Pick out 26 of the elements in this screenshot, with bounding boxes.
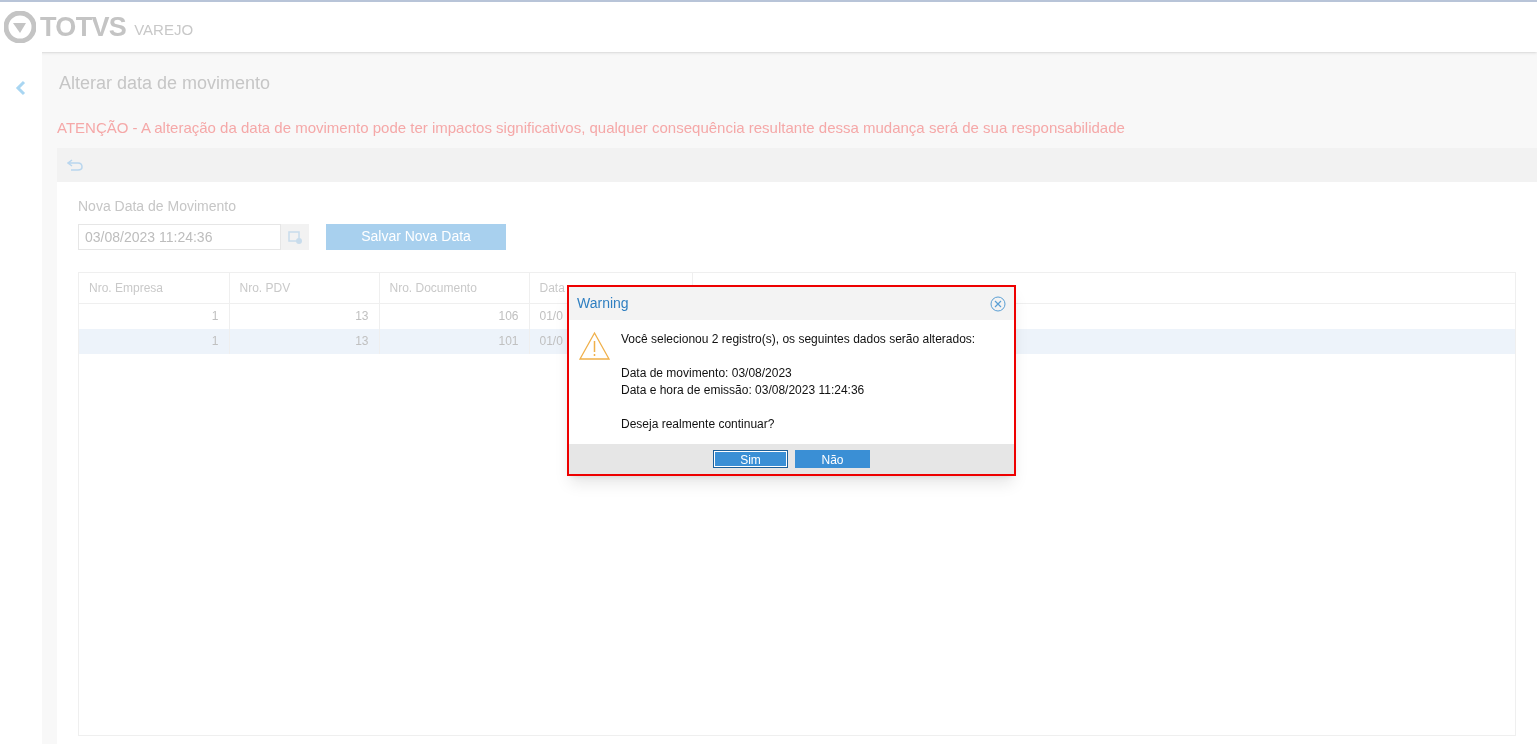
dialog-message: Data de movimento: 03/08/2023 [621, 365, 792, 382]
table-cell: 13 [355, 309, 369, 324]
save-button[interactable]: Salvar Nova Data [326, 223, 506, 250]
field-label: Nova Data de Movimento [78, 196, 237, 216]
dialog-button[interactable]: Não [795, 450, 870, 468]
calendar-icon[interactable] [288, 229, 302, 244]
dialog-message: Você selecionou 2 registro(s), os seguintes dados serão alterados: [621, 331, 976, 348]
table-cell: 13 [355, 334, 369, 348]
dialog-message: Data e hora de emissão: 03/08/2023 11:24:36 [621, 382, 865, 399]
table-cell: 106 [498, 309, 519, 324]
table-cell: 1 [211, 334, 219, 348]
dialog-title: Warning [577, 294, 629, 313]
warning-icon [578, 331, 611, 361]
table-cell: 1 [211, 309, 219, 324]
dialog-message: Deseja realmente continuar? [621, 416, 775, 433]
table-cell: 01/0 [539, 309, 563, 324]
close-icon[interactable] [990, 295, 1006, 312]
table-cell: 01/0 [539, 334, 563, 348]
table-cell: 101 [498, 334, 519, 348]
logo-text: TOTVS [40, 10, 127, 44]
warning-text: ATENÇÃO - A alteração da data de movimento pode ter impactos significativos, qualquer consequência resultante dessa mudança será de sua responsabilidade [57, 118, 1126, 138]
dialog-button[interactable]: Sim [713, 450, 788, 468]
back-icon[interactable] [15, 80, 27, 96]
undo-icon[interactable] [67, 157, 83, 172]
date-field[interactable]: 03/08/2023 11:24:36 [78, 223, 281, 250]
logo-icon [4, 11, 36, 43]
